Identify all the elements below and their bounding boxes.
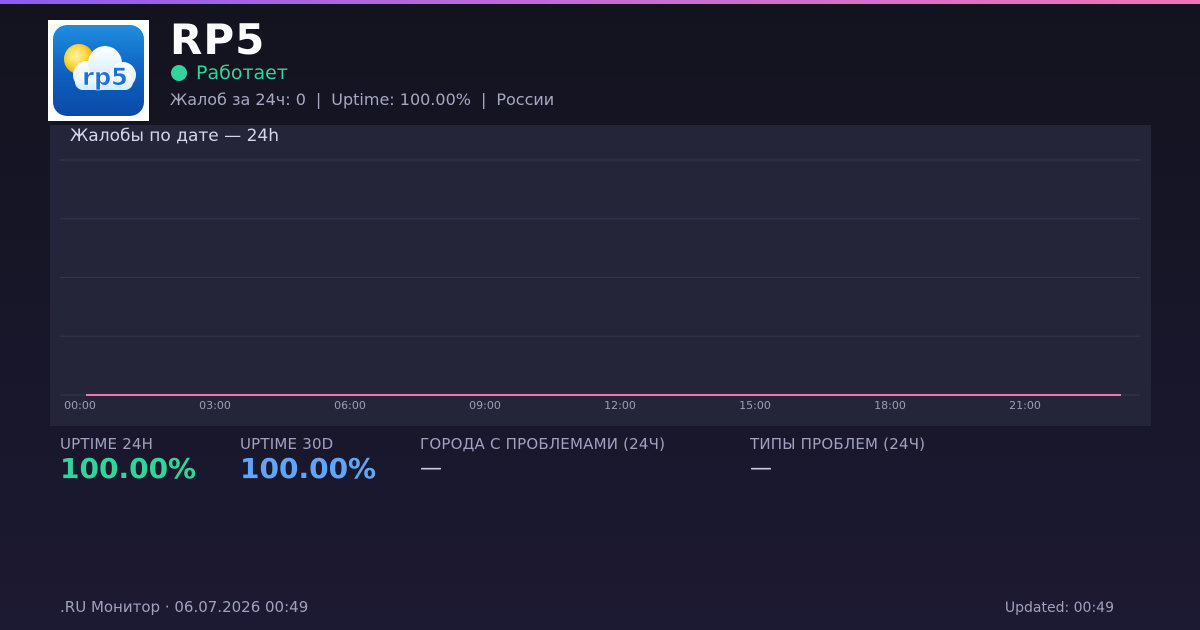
stat-label: UPTIME 30D <box>240 435 334 453</box>
footer-source: .RU Монитор · 06.07.2026 00:49 <box>60 598 309 616</box>
stat-value: — <box>420 456 442 481</box>
accent-top-bar <box>0 0 1200 4</box>
x-tick-label: 00:00 <box>64 399 96 412</box>
x-tick-label: 15:00 <box>739 399 771 412</box>
rp5-logo-icon: rp5 <box>53 25 144 116</box>
footer-updated: Updated: 00:49 <box>1004 600 1114 616</box>
stat-uptime-24h: UPTIME 24H 100.00% <box>60 434 196 484</box>
logo-text: rp5 <box>82 63 128 91</box>
stat-value: 100.00% <box>240 452 377 485</box>
chart-canvas: 00:00 03:00 06:00 09:00 12:00 15:00 18:00 21:00 <box>60 159 1140 412</box>
summary-line: Жалоб за 24ч: 0 | Uptime: 100.00% | России <box>170 89 554 111</box>
complaints-count: Жалоб за 24ч: 0 <box>170 90 306 109</box>
x-tick-label: 03:00 <box>199 399 231 412</box>
status-dot-icon <box>171 65 187 81</box>
stat-value: — <box>750 456 772 481</box>
uptime-summary: Uptime: 100.00% <box>331 90 471 109</box>
separator: | <box>480 90 487 109</box>
stat-problem-cities: ГОРОДА С ПРОБЛЕМАМИ (24Ч) — <box>420 434 665 482</box>
stat-value: 100.00% <box>60 452 197 485</box>
x-tick-label: 18:00 <box>874 399 906 412</box>
stat-label: UPTIME 24H <box>60 435 154 453</box>
stat-uptime-30d: UPTIME 30D 100.00% <box>240 434 376 484</box>
region: России <box>496 90 555 109</box>
separator: | <box>315 90 322 109</box>
stat-label: ГОРОДА С ПРОБЛЕМАМИ (24Ч) <box>420 435 666 453</box>
stat-problem-types: ТИПЫ ПРОБЛЕМ (24Ч) — <box>750 434 925 482</box>
status-text: Работает <box>196 62 288 84</box>
complaints-chart: Жалобы по дате — 24h 00:00 03:00 06:00 09:0… <box>50 125 1151 426</box>
x-tick-label: 12:00 <box>604 399 636 412</box>
x-tick-label: 09:00 <box>469 399 501 412</box>
status-indicator: Работает <box>170 61 288 85</box>
stat-label: ТИПЫ ПРОБЛЕМ (24Ч) <box>750 435 926 453</box>
page-title: RP5 <box>170 15 266 64</box>
x-tick-label: 21:00 <box>1009 399 1041 412</box>
x-tick-label: 06:00 <box>334 399 366 412</box>
app-logo: rp5 <box>48 20 149 121</box>
